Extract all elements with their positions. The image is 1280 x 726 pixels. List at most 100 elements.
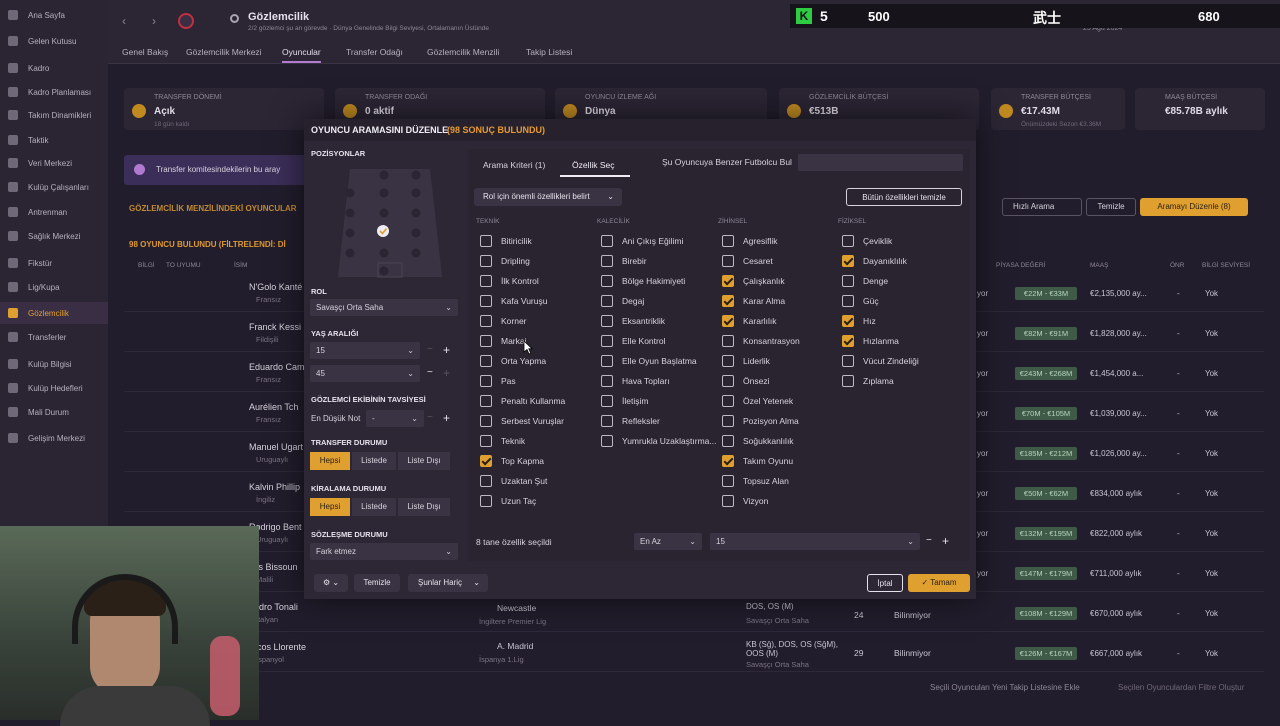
- tab-search-criteria[interactable]: Arama Kriteri (1): [483, 160, 545, 170]
- checkbox-box[interactable]: [722, 275, 734, 287]
- checkbox-box[interactable]: [842, 235, 854, 247]
- player-name[interactable]: Eduardo Cam: [249, 362, 305, 372]
- attribute-checkbox[interactable]: Pozisyon Alma: [722, 414, 799, 428]
- attribute-checkbox[interactable]: Top Kapma: [480, 454, 544, 468]
- attribute-checkbox[interactable]: Orta Yapma: [480, 354, 546, 368]
- segment-option-2[interactable]: Liste Dışı: [398, 498, 450, 516]
- role-important-dropdown[interactable]: Rol için önemli özellikleri belirt ⌄: [474, 188, 622, 206]
- attribute-checkbox[interactable]: Eksantriklik: [601, 314, 665, 328]
- sidebar-item-15[interactable]: Kulüp Hedefleri: [0, 377, 108, 399]
- checkbox-box[interactable]: [601, 335, 613, 347]
- checkbox-box[interactable]: [842, 295, 854, 307]
- attribute-checkbox[interactable]: Soğukkanlılık: [722, 434, 794, 448]
- player-name[interactable]: Aurélien Tch: [249, 402, 298, 412]
- attribute-checkbox[interactable]: Teknik: [480, 434, 525, 448]
- age-max-decrease[interactable]: −: [427, 367, 433, 378]
- checkbox-box[interactable]: [601, 435, 613, 447]
- checkbox-box[interactable]: [722, 455, 734, 467]
- checkbox-box[interactable]: [480, 435, 492, 447]
- checkbox-box[interactable]: [601, 295, 613, 307]
- attribute-checkbox[interactable]: Hava Topları: [601, 374, 670, 388]
- sidebar-item-0[interactable]: Ana Sayfa: [0, 4, 108, 26]
- checkbox-box[interactable]: [722, 315, 734, 327]
- checkbox-box[interactable]: [601, 275, 613, 287]
- checkbox-box[interactable]: [722, 355, 734, 367]
- attribute-checkbox[interactable]: Kararlılık: [722, 314, 777, 328]
- checkbox-box[interactable]: [480, 275, 492, 287]
- attribute-checkbox[interactable]: Kafa Vuruşu: [480, 294, 547, 308]
- summary-card[interactable]: MAAŞ BÜTÇESİ €85.78B aylık: [1135, 88, 1265, 130]
- player-name[interactable]: Manuel Ugart: [249, 442, 303, 452]
- cancel-button[interactable]: İptal: [867, 574, 903, 592]
- attribute-checkbox[interactable]: Degaj: [601, 294, 644, 308]
- checkbox-box[interactable]: [722, 415, 734, 427]
- except-dropdown[interactable]: Şunlar Hariç ⌄: [408, 574, 488, 592]
- back-arrow-icon[interactable]: ‹: [122, 14, 126, 28]
- age-min-decrease[interactable]: −: [427, 344, 433, 355]
- attribute-checkbox[interactable]: Ani Çıkış Eğilimi: [601, 234, 683, 248]
- segment-option-1[interactable]: Listede: [352, 452, 396, 470]
- bg-clear-button[interactable]: Temizle: [1086, 198, 1136, 216]
- attribute-checkbox[interactable]: Markaj: [480, 334, 527, 348]
- attribute-checkbox[interactable]: Penaltı Kullanma: [480, 394, 565, 408]
- similar-player-input[interactable]: [798, 154, 963, 171]
- attribute-checkbox[interactable]: İlk Kontrol: [480, 274, 539, 288]
- ok-button[interactable]: ✓ Tamam: [908, 574, 970, 592]
- modal-clear-button[interactable]: Temizle: [354, 574, 400, 592]
- sidebar-item-9[interactable]: Sağlık Merkezi: [0, 225, 108, 247]
- sidebar-item-7[interactable]: Kulüp Çalışanları: [0, 176, 108, 198]
- tab-3[interactable]: Transfer Odağı: [346, 47, 403, 57]
- search-icon[interactable]: [230, 14, 239, 23]
- scout-min-decrease[interactable]: −: [427, 412, 433, 423]
- sidebar-item-6[interactable]: Veri Merkezi: [0, 152, 108, 174]
- sidebar-item-17[interactable]: Gelişim Merkezi: [0, 427, 108, 449]
- checkbox-box[interactable]: [601, 315, 613, 327]
- attribute-checkbox[interactable]: Liderlik: [722, 354, 770, 368]
- checkbox-box[interactable]: [722, 335, 734, 347]
- attribute-checkbox[interactable]: Uzaktan Şut: [480, 474, 547, 488]
- attribute-checkbox[interactable]: Bitiricilik: [480, 234, 532, 248]
- footer-add-watchlist[interactable]: Seçili Oyuncuları Yeni Takip Listesine E…: [930, 683, 1080, 692]
- sidebar-item-10[interactable]: Fikstür: [0, 252, 108, 274]
- checkbox-box[interactable]: [601, 375, 613, 387]
- clear-all-attributes-button[interactable]: Bütün özellikleri temizle: [846, 188, 962, 206]
- attribute-checkbox[interactable]: Cesaret: [722, 254, 773, 268]
- min-value-dropdown[interactable]: 15 ⌄: [710, 533, 920, 550]
- checkbox-box[interactable]: [480, 315, 492, 327]
- checkbox-box[interactable]: [722, 235, 734, 247]
- attribute-checkbox[interactable]: Takım Oyunu: [722, 454, 793, 468]
- sidebar-item-2[interactable]: Kadro: [0, 57, 108, 79]
- attribute-checkbox[interactable]: Yumrukla Uzaklaştırma...: [601, 434, 716, 448]
- edit-search-button[interactable]: Aramayı Düzenle (8): [1140, 198, 1248, 216]
- checkbox-box[interactable]: [722, 475, 734, 487]
- checkbox-box[interactable]: [601, 395, 613, 407]
- age-min-dropdown[interactable]: 15 ⌄: [310, 342, 420, 359]
- sidebar-item-12[interactable]: Gözlemcilik: [0, 302, 108, 324]
- checkbox-box[interactable]: [480, 495, 492, 507]
- checkbox-box[interactable]: [842, 275, 854, 287]
- attribute-checkbox[interactable]: Önsezi: [722, 374, 769, 388]
- scout-min-increase[interactable]: +: [443, 411, 450, 425]
- player-name[interactable]: Kalvin Phillip: [249, 482, 300, 492]
- tab-select-attributes[interactable]: Özellik Seç: [572, 160, 615, 170]
- checkbox-box[interactable]: [601, 355, 613, 367]
- attribute-checkbox[interactable]: Birebir: [601, 254, 647, 268]
- attribute-checkbox[interactable]: Çalışkanlık: [722, 274, 785, 288]
- settings-menu-button[interactable]: ⚙ ⌄: [314, 574, 348, 592]
- checkbox-box[interactable]: [480, 255, 492, 267]
- checkbox-box[interactable]: [842, 375, 854, 387]
- checkbox-box[interactable]: [480, 235, 492, 247]
- attribute-checkbox[interactable]: İletişim: [601, 394, 648, 408]
- segment-option-0[interactable]: Hepsi: [310, 498, 350, 516]
- sidebar-item-11[interactable]: Lig/Kupa: [0, 276, 108, 298]
- role-dropdown[interactable]: Savaşçı Orta Saha ⌄: [310, 299, 458, 316]
- checkbox-box[interactable]: [842, 255, 854, 267]
- attribute-checkbox[interactable]: Vizyon: [722, 494, 768, 508]
- player-name[interactable]: N'Golo Kanté: [249, 282, 302, 292]
- attribute-checkbox[interactable]: Dripling: [480, 254, 530, 268]
- attribute-checkbox[interactable]: Uzun Taç: [480, 494, 536, 508]
- attribute-checkbox[interactable]: Karar Alma: [722, 294, 785, 308]
- tab-5[interactable]: Takip Listesi: [526, 47, 572, 57]
- checkbox-box[interactable]: [480, 295, 492, 307]
- attribute-checkbox[interactable]: Serbest Vuruşlar: [480, 414, 564, 428]
